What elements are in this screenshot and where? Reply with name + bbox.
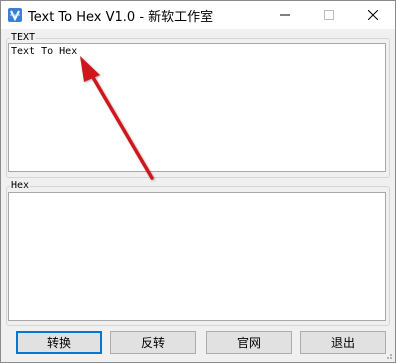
hex-group-label: Hex — [10, 179, 31, 193]
size-grip-icon[interactable] — [383, 350, 393, 360]
convert-button[interactable]: 转换 — [16, 331, 102, 354]
exit-button[interactable]: 退出 — [300, 331, 386, 354]
text-input[interactable]: Text To Hex — [8, 43, 386, 172]
close-icon — [368, 10, 378, 20]
maximize-button[interactable] — [307, 1, 351, 29]
close-button[interactable] — [351, 1, 395, 29]
website-button[interactable]: 官网 — [206, 331, 292, 354]
window-title: Text To Hex V1.0 - 新软工作室 — [28, 10, 214, 25]
minimize-button[interactable] — [263, 1, 307, 29]
minimize-icon — [280, 14, 290, 16]
maximize-icon — [324, 10, 334, 20]
title-bar[interactable]: Text To Hex V1.0 - 新软工作室 — [1, 1, 395, 29]
app-icon — [8, 8, 22, 22]
app-window: Text To Hex V1.0 - 新软工作室 TEXT Text To He… — [0, 0, 396, 363]
hex-output[interactable] — [8, 192, 386, 321]
reverse-button[interactable]: 反转 — [110, 331, 196, 354]
